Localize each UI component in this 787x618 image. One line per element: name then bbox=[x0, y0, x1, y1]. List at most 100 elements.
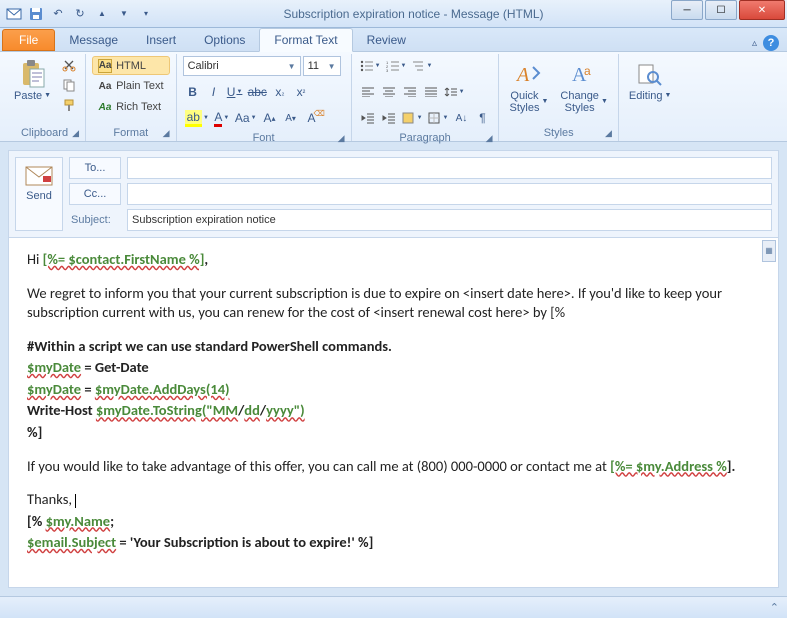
line-spacing-button[interactable]: ▼ bbox=[442, 82, 467, 102]
cc-field[interactable] bbox=[127, 183, 772, 205]
font-family-select[interactable]: Calibri▼ bbox=[183, 56, 301, 76]
increase-indent-button[interactable] bbox=[379, 108, 399, 128]
shrink-font-button[interactable]: A▾ bbox=[281, 108, 301, 128]
tab-format-text[interactable]: Format Text bbox=[259, 28, 352, 52]
bold-button[interactable]: B bbox=[183, 82, 203, 102]
group-styles-label: Styles◢ bbox=[505, 125, 611, 141]
maximize-button[interactable]: ☐ bbox=[705, 0, 737, 20]
multilevel-button[interactable]: ▼ bbox=[409, 56, 434, 76]
body-text: Write-Host bbox=[27, 401, 96, 419]
body-text: We regret to inform you that your curren… bbox=[27, 284, 722, 322]
clear-formatting-button[interactable]: A⌫ bbox=[302, 108, 322, 128]
editing-label: Editing bbox=[629, 90, 663, 102]
group-font-label: Font◢ bbox=[183, 130, 345, 146]
font-color-button[interactable]: A▼ bbox=[212, 108, 232, 128]
sort-button[interactable]: A↓ bbox=[451, 108, 471, 128]
format-plain-label: Plain Text bbox=[116, 80, 164, 92]
subscript-button[interactable]: x₂ bbox=[270, 82, 290, 102]
format-html-button[interactable]: AaHTML bbox=[92, 56, 170, 75]
body-token: $myDate bbox=[27, 380, 81, 398]
paste-button[interactable]: Paste▼ bbox=[10, 56, 55, 104]
undo-icon[interactable]: ↶ bbox=[48, 4, 68, 24]
editing-button[interactable]: Editing▼ bbox=[625, 56, 676, 104]
body-text: #Within a script we can use standard Pow… bbox=[27, 337, 392, 355]
change-styles-button[interactable]: Aa Change Styles ▼ bbox=[556, 56, 611, 116]
highlight-button[interactable]: ab▼ bbox=[183, 108, 211, 128]
align-center-button[interactable] bbox=[379, 82, 399, 102]
subject-field[interactable] bbox=[127, 209, 772, 231]
format-launcher-icon[interactable]: ◢ bbox=[163, 128, 170, 139]
align-right-button[interactable] bbox=[400, 82, 420, 102]
quick-styles-button[interactable]: A Quick Styles ▼ bbox=[505, 56, 552, 116]
shading-button[interactable]: ▼ bbox=[400, 108, 425, 128]
font-launcher-icon[interactable]: ◢ bbox=[338, 133, 345, 144]
outlook-icon[interactable] bbox=[4, 4, 24, 24]
cc-button[interactable]: Cc... bbox=[69, 183, 121, 205]
body-text: Thanks, bbox=[27, 490, 75, 508]
compose-area: Send To... Cc... Subject: ▦ Hi [%= $cont… bbox=[0, 142, 787, 596]
tab-options[interactable]: Options bbox=[190, 29, 259, 51]
tab-insert[interactable]: Insert bbox=[132, 29, 190, 51]
window-controls: ─ ☐ ✕ bbox=[671, 0, 787, 27]
chevron-down-icon: ▼ bbox=[601, 98, 608, 106]
strikethrough-button[interactable]: abc bbox=[246, 82, 269, 102]
expand-icon[interactable]: ⌃ bbox=[770, 601, 779, 614]
superscript-button[interactable]: x² bbox=[291, 82, 311, 102]
send-label: Send bbox=[26, 190, 52, 202]
to-button[interactable]: To... bbox=[69, 157, 121, 179]
body-token: $email.Subject bbox=[27, 533, 116, 551]
group-format: AaHTML AaPlain Text AaRich Text Format◢ bbox=[86, 54, 177, 141]
tab-message[interactable]: Message bbox=[55, 29, 132, 51]
tab-file[interactable]: File bbox=[2, 29, 55, 51]
body-text: , bbox=[204, 250, 208, 268]
show-marks-button[interactable]: ¶ bbox=[472, 108, 492, 128]
tab-review[interactable]: Review bbox=[353, 29, 420, 51]
change-styles-icon: Aa bbox=[570, 58, 598, 90]
text-cursor bbox=[75, 494, 76, 508]
chevron-down-icon: ▼ bbox=[541, 98, 548, 106]
quick-styles-label: Quick Styles bbox=[509, 90, 539, 114]
body-text: = Get-Date bbox=[81, 358, 149, 376]
chevron-down-icon: ▼ bbox=[328, 62, 336, 71]
redo-icon[interactable]: ↻ bbox=[70, 4, 90, 24]
numbering-button[interactable]: 123▼ bbox=[384, 56, 409, 76]
bullets-button[interactable]: ▼ bbox=[358, 56, 383, 76]
paragraph-launcher-icon[interactable]: ◢ bbox=[486, 133, 493, 144]
format-painter-button[interactable] bbox=[59, 96, 79, 114]
minimize-ribbon-icon[interactable]: ▵ bbox=[752, 38, 757, 49]
to-field[interactable] bbox=[127, 157, 772, 179]
format-plain-button[interactable]: AaPlain Text bbox=[92, 76, 170, 96]
paste-label: Paste bbox=[14, 90, 42, 102]
subject-label: Subject: bbox=[69, 214, 121, 226]
group-clipboard: Paste▼ Clipboard◢ bbox=[4, 54, 86, 141]
message-body[interactable]: ▦ Hi [%= $contact.FirstName %], We regre… bbox=[8, 238, 779, 588]
group-format-label: Format◢ bbox=[92, 125, 170, 141]
qat-customize-icon[interactable]: ▾ bbox=[136, 4, 156, 24]
prev-item-icon[interactable]: ▲ bbox=[92, 4, 112, 24]
next-item-icon[interactable]: ▼ bbox=[114, 4, 134, 24]
justify-button[interactable] bbox=[421, 82, 441, 102]
minimize-button[interactable]: ─ bbox=[671, 0, 703, 20]
save-icon[interactable] bbox=[26, 4, 46, 24]
underline-button[interactable]: U▼ bbox=[225, 82, 245, 102]
ruler-toggle[interactable]: ▦ bbox=[762, 240, 776, 262]
send-button[interactable]: Send bbox=[15, 157, 63, 231]
svg-text:a: a bbox=[584, 64, 591, 78]
align-left-button[interactable] bbox=[358, 82, 378, 102]
svg-text:3: 3 bbox=[386, 68, 389, 72]
format-rich-button[interactable]: AaRich Text bbox=[92, 97, 170, 117]
styles-launcher-icon[interactable]: ◢ bbox=[605, 128, 612, 139]
close-button[interactable]: ✕ bbox=[739, 0, 785, 20]
clipboard-launcher-icon[interactable]: ◢ bbox=[72, 128, 79, 139]
italic-button[interactable]: I bbox=[204, 82, 224, 102]
cut-button[interactable] bbox=[59, 56, 79, 74]
grow-font-button[interactable]: A▴ bbox=[260, 108, 280, 128]
font-size-select[interactable]: 11▼ bbox=[303, 56, 341, 76]
group-clipboard-label: Clipboard◢ bbox=[10, 125, 79, 141]
change-case-button[interactable]: Aa▼ bbox=[233, 108, 259, 128]
copy-button[interactable] bbox=[59, 76, 79, 94]
group-paragraph: ▼ 123▼ ▼ ▼ ▼ ▼ A↓ ¶ Paragraph◢ bbox=[352, 54, 500, 141]
borders-button[interactable]: ▼ bbox=[426, 108, 451, 128]
help-icon[interactable]: ? bbox=[763, 35, 779, 51]
decrease-indent-button[interactable] bbox=[358, 108, 378, 128]
